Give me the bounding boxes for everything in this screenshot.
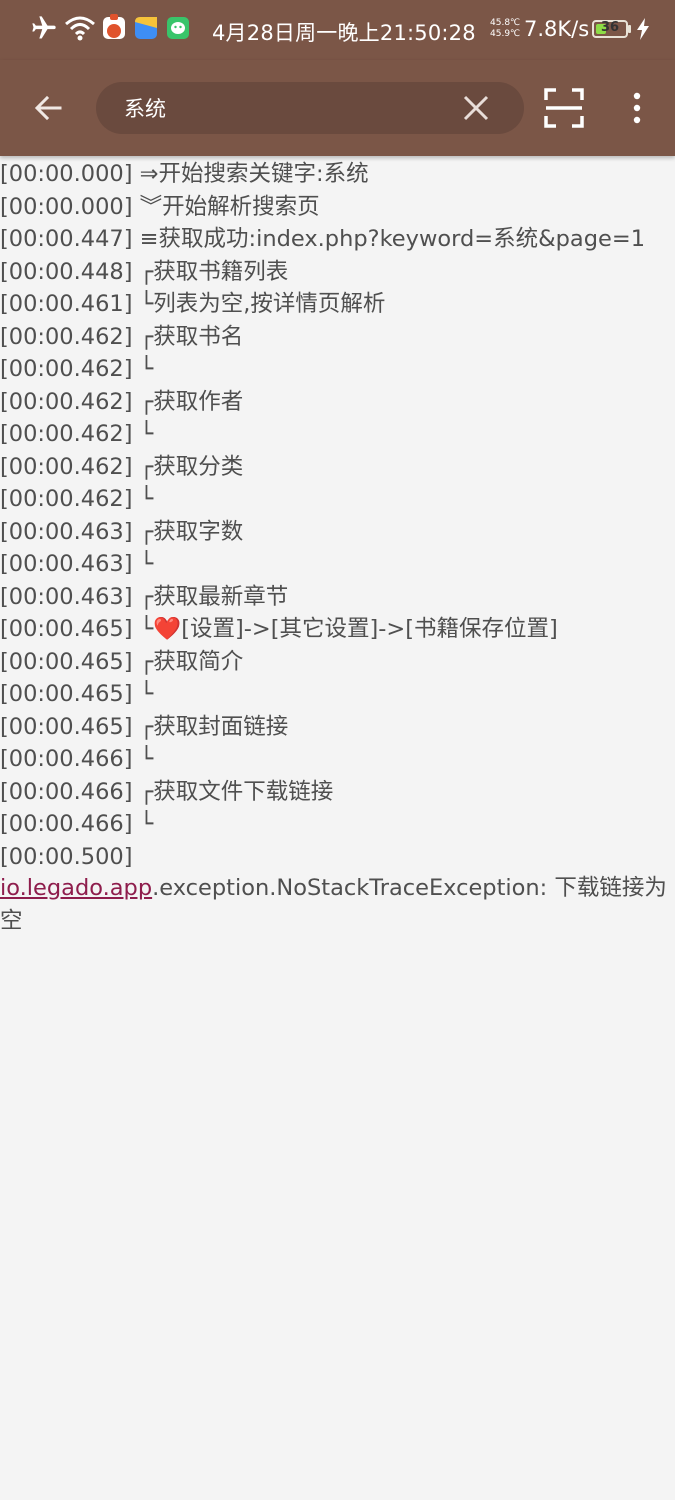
log-timestamp: [00:00.465] — [0, 681, 133, 707]
battery-icon: 36 — [592, 20, 628, 38]
log-message: ┌获取书名 — [139, 323, 244, 350]
log-message: └ — [139, 551, 154, 577]
log-line: [00:00.500] — [0, 843, 675, 876]
log-message: └❤️[设置]->[其它设置]->[书籍保存位置] — [139, 616, 558, 642]
log-message: ⇒开始搜索关键字:系统 — [139, 161, 369, 187]
charging-icon — [636, 18, 650, 44]
clear-button[interactable] — [458, 90, 494, 126]
log-timestamp: [00:00.465] — [0, 616, 133, 642]
log-line: [00:00.465] └❤️[设置]->[其它设置]->[书籍保存位置] — [0, 615, 675, 648]
log-line: [00:00.462] └ — [0, 485, 675, 518]
log-timestamp: [00:00.462] — [0, 388, 133, 415]
wifi-icon — [64, 14, 96, 46]
more-vertical-icon — [633, 92, 641, 124]
search-box[interactable] — [96, 82, 524, 134]
log-line: [00:00.000] ⇒开始搜索关键字:系统 — [0, 160, 675, 193]
search-input[interactable] — [124, 92, 444, 124]
log-line: [00:00.465] └ — [0, 680, 675, 713]
log-timestamp: [00:00.462] — [0, 453, 133, 480]
log-timestamp: [00:00.463] — [0, 518, 133, 545]
airplane-icon — [30, 14, 58, 46]
log-line: [00:00.465] ┌获取封面链接 — [0, 713, 675, 746]
log-message: ┌获取封面链接 — [139, 713, 289, 740]
log-timestamp: [00:00.462] — [0, 421, 133, 447]
status-time: 4月28日周一晚上21:50:28 — [212, 21, 476, 45]
log-message: ┌获取字数 — [139, 518, 244, 545]
log-timestamp: [00:00.463] — [0, 551, 133, 577]
log-timestamp: [00:00.462] — [0, 323, 133, 350]
temp-bottom: 45.9℃ — [490, 29, 521, 39]
log-timestamp: [00:00.461] — [0, 291, 133, 317]
log-line: [00:00.462] ┌获取作者 — [0, 388, 675, 421]
app-notification-icon — [166, 14, 190, 44]
scan-button[interactable] — [540, 86, 588, 130]
log-message: ┌获取简介 — [139, 648, 244, 675]
log-message: └ — [139, 421, 154, 447]
battery-nub — [628, 25, 631, 33]
log-message: ︾开始解析搜索页 — [139, 193, 320, 220]
log-timestamp: [00:00.462] — [0, 356, 133, 382]
log-line: [00:00.466] └ — [0, 745, 675, 778]
log-line: [00:00.461] └列表为空,按详情页解析 — [0, 290, 675, 323]
log-message: ┌获取文件下载链接 — [139, 778, 334, 805]
log-output: [00:00.000] ⇒开始搜索关键字:系统 [00:00.000] ︾开始解析… — [0, 160, 675, 875]
battery-level: 36 — [600, 20, 620, 35]
log-message: └ — [139, 486, 154, 512]
log-line: [00:00.462] ┌获取分类 — [0, 453, 675, 486]
temp-top: 45.8℃ — [490, 18, 521, 28]
log-timestamp: [00:00.466] — [0, 811, 133, 837]
log-timestamp: [00:00.000] — [0, 193, 133, 220]
exception-message: io.legado.app.exception.NoStackTraceExce… — [0, 872, 675, 937]
log-line: [00:00.000] ︾开始解析搜索页 — [0, 193, 675, 226]
log-timestamp: [00:00.466] — [0, 778, 133, 805]
log-line: [00:00.463] ┌获取字数 — [0, 518, 675, 551]
log-message: └列表为空,按详情页解析 — [139, 291, 386, 317]
app-notification-icon — [102, 14, 126, 44]
log-timestamp: [00:00.465] — [0, 648, 133, 675]
log-line: [00:00.447] ≡获取成功:index.php?keyword=系统&p… — [0, 225, 675, 258]
log-timestamp: [00:00.448] — [0, 258, 133, 285]
log-message: └ — [139, 811, 154, 837]
log-message: ┌获取作者 — [139, 388, 244, 415]
net-speed: 7.8K/s — [524, 17, 590, 41]
more-options-button[interactable] — [620, 86, 654, 130]
log-timestamp: [00:00.465] — [0, 713, 133, 740]
log-line: [00:00.465] ┌获取简介 — [0, 648, 675, 681]
log-line: [00:00.448] ┌获取书籍列表 — [0, 258, 675, 291]
log-message: ┌获取书籍列表 — [139, 258, 289, 285]
scan-icon — [544, 88, 584, 128]
arrow-left-icon — [34, 95, 62, 121]
back-button[interactable] — [26, 86, 70, 130]
log-timestamp: [00:00.000] — [0, 161, 133, 187]
log-line: [00:00.462] └ — [0, 355, 675, 388]
log-timestamp: [00:00.466] — [0, 746, 133, 772]
log-message: ┌获取分类 — [139, 453, 244, 480]
log-message: └ — [139, 746, 154, 772]
log-timestamp: [00:00.500] — [0, 843, 133, 870]
log-line: [00:00.463] ┌获取最新章节 — [0, 583, 675, 616]
status-bar: 4月28日周一晚上21:50:28 45.8℃ 45.9℃ 7.8K/s 36 — [0, 0, 675, 60]
log-line: [00:00.463] └ — [0, 550, 675, 583]
log-timestamp: [00:00.463] — [0, 583, 133, 610]
log-line: [00:00.462] ┌获取书名 — [0, 323, 675, 356]
log-timestamp: [00:00.462] — [0, 486, 133, 512]
log-timestamp: [00:00.447] — [0, 226, 133, 252]
log-message: ≡获取成功:index.php?keyword=系统&page=1 — [139, 226, 646, 252]
device-temperature: 45.8℃ 45.9℃ — [490, 18, 520, 40]
app-notification-icon — [134, 14, 158, 44]
log-line: [00:00.466] └ — [0, 810, 675, 843]
close-icon — [463, 95, 489, 121]
log-line: [00:00.466] ┌获取文件下载链接 — [0, 778, 675, 811]
log-line: [00:00.462] └ — [0, 420, 675, 453]
log-message: └ — [139, 356, 154, 382]
log-message: ┌获取最新章节 — [139, 583, 289, 610]
log-message: └ — [139, 681, 154, 707]
exception-package-link[interactable]: io.legado.app — [0, 875, 152, 901]
